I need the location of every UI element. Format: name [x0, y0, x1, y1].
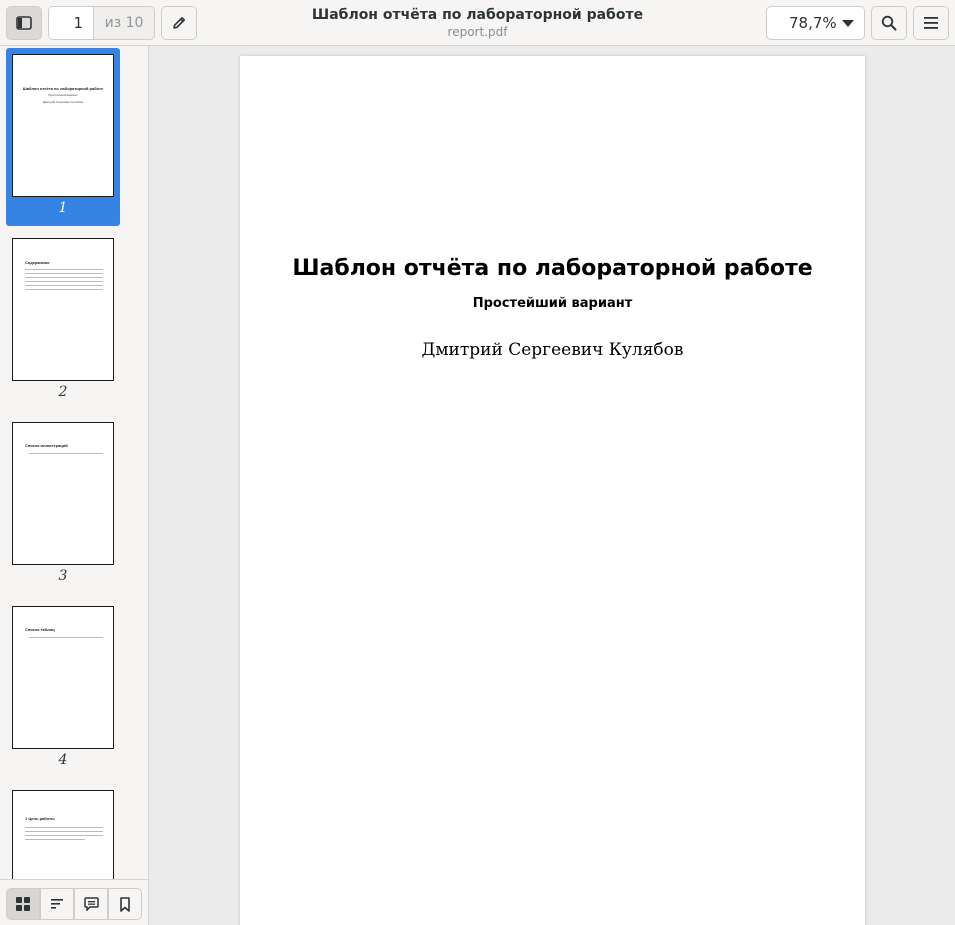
- thumbnails-view-button[interactable]: [6, 888, 40, 920]
- thumb-heading: Содержание: [25, 260, 50, 265]
- search-button[interactable]: [871, 6, 907, 40]
- pencil-icon: [173, 17, 185, 29]
- page-number-input[interactable]: [49, 7, 94, 39]
- document-title: Шаблон отчёта по лабораторной работе: [311, 7, 644, 23]
- header-bar: из 10 Шаблон отчёта по лабораторной рабо…: [0, 0, 955, 46]
- page-subtitle: Простейший вариант: [472, 296, 633, 311]
- outline-view-button[interactable]: [40, 888, 74, 920]
- main-menu-button[interactable]: [913, 6, 949, 40]
- thumbnail-number: 2: [58, 384, 68, 400]
- thumbnail-sidebar: Шаблон отчёта по лабораторной работе Про…: [0, 46, 149, 925]
- thumb-author: Дмитрий Сергеевич Кулябов: [42, 100, 84, 104]
- bookmarks-view-button[interactable]: [108, 888, 142, 920]
- thumbnail-image: Шаблон отчёта по лабораторной работе Про…: [12, 54, 114, 197]
- thumbnail-image: Список таблиц: [12, 606, 114, 749]
- search-icon: [881, 15, 897, 31]
- page-title: Шаблон отчёта по лабораторной работе: [292, 256, 813, 281]
- zoom-value: 78,7%: [789, 14, 837, 32]
- comment-icon: [83, 897, 99, 911]
- thumb-heading: Шаблон отчёта по лабораторной работе: [22, 86, 104, 91]
- thumbnail-number: 3: [58, 568, 68, 584]
- thumb-heading: Список таблиц: [25, 627, 55, 632]
- bookmark-icon: [120, 896, 130, 912]
- thumb-heading: Список иллюстраций: [25, 443, 68, 448]
- document-view[interactable]: Шаблон отчёта по лабораторной работе Про…: [149, 46, 955, 925]
- thumbnail-page-3[interactable]: Список иллюстраций 3: [6, 416, 120, 594]
- page-navigator: из 10: [48, 6, 155, 40]
- window-title: Шаблон отчёта по лабораторной работе rep…: [300, 6, 655, 40]
- page-author: Дмитрий Сергеевич Кулябов: [421, 340, 684, 360]
- annotate-button[interactable]: [161, 6, 197, 40]
- thumbnail-page-2[interactable]: Содержание 2: [6, 232, 120, 410]
- annotations-view-button[interactable]: [74, 888, 108, 920]
- page-total-label: из 10: [94, 7, 154, 39]
- chevron-down-icon: [842, 20, 854, 27]
- pdf-page: Шаблон отчёта по лабораторной работе Про…: [240, 56, 865, 925]
- thumbnail-image: Содержание: [12, 238, 114, 381]
- grid-icon: [16, 897, 30, 911]
- sidebar-mode-bar: [0, 879, 148, 925]
- sidebar-icon: [16, 16, 32, 30]
- document-filename: report.pdf: [447, 25, 508, 39]
- outline-icon: [51, 899, 63, 909]
- hamburger-menu-icon: [924, 17, 938, 29]
- thumbnail-number: 4: [58, 752, 68, 768]
- zoom-dropdown[interactable]: 78,7%: [766, 6, 865, 40]
- sidebar-toggle-button[interactable]: [6, 6, 42, 40]
- thumbnail-page-1[interactable]: Шаблон отчёта по лабораторной работе Про…: [6, 48, 120, 226]
- thumb-heading: 1 Цель работы: [25, 816, 55, 821]
- thumbnail-image: Список иллюстраций: [12, 422, 114, 565]
- thumb-sub: Простейший вариант: [48, 93, 78, 97]
- thumbnail-page-4[interactable]: Список таблиц 4: [6, 600, 120, 778]
- thumbnail-number: 1: [58, 200, 68, 216]
